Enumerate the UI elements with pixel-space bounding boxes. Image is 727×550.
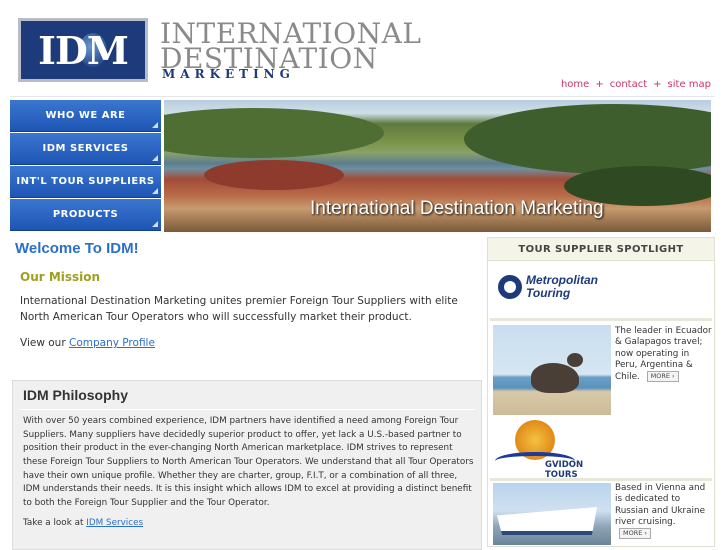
sidebar-item-who-we-are[interactable]: WHO WE ARE <box>10 100 161 132</box>
page-title: Welcome To IDM! <box>15 240 139 257</box>
sea-lion-body <box>531 363 579 393</box>
corner-arrow-icon <box>152 221 158 227</box>
galapagos-sea-lion-image[interactable] <box>493 325 611 415</box>
sidebar-item-idm-services[interactable]: IDM SERVICES <box>10 133 161 165</box>
spotlight-divider <box>490 318 712 321</box>
philosophy-body: With over 50 years combined experience, … <box>23 416 474 508</box>
supplier2-description: Based in Vienna and is dedicated to Russ… <box>615 483 713 540</box>
philosophy-more-line: Take a look at IDM Services <box>23 518 143 528</box>
nav-contact-link[interactable]: contact <box>610 79 647 90</box>
idm-logo[interactable]: IDM <box>18 18 148 82</box>
philosophy-box: IDM Philosophy With over 50 years combin… <box>12 380 482 550</box>
metropolitan-touring-logo[interactable]: Metropolitan Touring <box>498 272 698 306</box>
roof-shape <box>204 160 344 190</box>
spotlight-title: TOUR SUPPLIER SPOTLIGHT <box>488 238 714 261</box>
top-nav: home + contact + site map <box>561 79 711 90</box>
spotlight-divider <box>490 478 712 481</box>
hero-caption: International Destination Marketing <box>310 198 604 219</box>
nav-separator: + <box>653 79 662 90</box>
corner-arrow-icon <box>152 155 158 161</box>
view-profile-prefix: View our <box>20 337 66 349</box>
mission-text: International Destination Marketing unit… <box>20 295 458 323</box>
supplier1-more-button[interactable]: MORE › <box>646 371 679 382</box>
hill-shape <box>464 104 711 174</box>
gvidon-name: GVIDON TOURS <box>545 460 584 480</box>
hill-shape <box>164 108 384 158</box>
brand-line-3: MARKETING <box>162 67 295 81</box>
metropolitan-mark-icon <box>498 275 522 299</box>
metropolitan-name-line2: Touring <box>526 285 571 300</box>
header-divider <box>10 96 715 97</box>
supplier1-description: The leader in Ecuador & Galapagos travel… <box>615 326 713 383</box>
sea-lion-head <box>567 353 583 367</box>
view-profile-line: View our Company Profile <box>20 337 155 349</box>
philosophy-divider <box>19 409 475 410</box>
nav-separator: + <box>595 79 604 90</box>
company-profile-link[interactable]: Company Profile <box>69 337 155 349</box>
tour-supplier-spotlight: TOUR SUPPLIER SPOTLIGHT Metropolitan Tou… <box>487 237 715 547</box>
idm-services-link[interactable]: IDM Services <box>86 518 143 528</box>
gvidon-tours-logo[interactable]: GVIDON TOURS <box>493 420 613 480</box>
supplier2-more-button[interactable]: MORE › <box>619 528 652 539</box>
supplier2-text: Based in Vienna and is dedicated to Russ… <box>615 483 706 527</box>
sidebar-item-intl-tour-suppliers[interactable]: INT'L TOUR SUPPLIERS <box>10 166 161 198</box>
philosophy-title: IDM Philosophy <box>23 387 128 403</box>
sidebar-item-label: PRODUCTS <box>52 209 119 220</box>
corner-arrow-icon <box>152 122 158 128</box>
ship-hull <box>497 507 597 535</box>
hero-banner: International Destination Marketing <box>164 100 711 232</box>
sidebar-item-products[interactable]: PRODUCTS <box>10 199 161 231</box>
metropolitan-name: Metropolitan Touring <box>526 274 598 299</box>
corner-arrow-icon <box>152 188 158 194</box>
logo-text: IDM <box>38 27 129 73</box>
nav-home-link[interactable]: home <box>561 79 589 90</box>
mission-heading: Our Mission <box>20 270 101 284</box>
metropolitan-name-line1: Metropolitan <box>526 273 598 287</box>
philosophy-more-prefix: Take a look at <box>23 518 84 528</box>
more-label: MORE <box>650 372 670 380</box>
sidebar-item-label: INT'L TOUR SUPPLIERS <box>16 176 155 187</box>
river-cruise-ship-image[interactable] <box>493 483 611 545</box>
more-label: MORE <box>623 529 643 537</box>
nav-sitemap-link[interactable]: site map <box>668 79 711 90</box>
sidebar-item-label: WHO WE ARE <box>45 110 126 121</box>
sidebar-item-label: IDM SERVICES <box>42 143 129 154</box>
